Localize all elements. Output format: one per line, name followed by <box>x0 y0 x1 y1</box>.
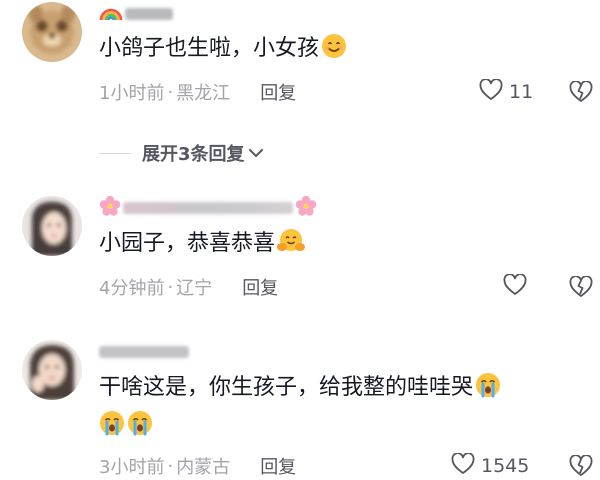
like-count: 1545 <box>481 455 530 477</box>
timestamp: 3小时前 <box>99 457 165 478</box>
like-button[interactable] <box>503 272 533 301</box>
timestamp: 4分钟前 <box>99 278 165 299</box>
blurred-name <box>125 8 173 20</box>
comment-text: 小鸽子也生啦，小女孩 <box>99 33 347 68</box>
avatar[interactable] <box>22 340 82 400</box>
comment-text: 小园子，恭喜恭喜 <box>99 228 306 263</box>
comment-meta: 4分钟前 · 辽宁 回复 <box>99 273 278 301</box>
reply-button[interactable]: 回复 <box>260 79 296 105</box>
reply-button[interactable]: 回复 <box>242 274 278 300</box>
meta-separator: · <box>167 276 174 298</box>
broken-heart-icon <box>569 80 593 107</box>
meta-separator: · <box>167 455 174 477</box>
comment-text-line2 <box>99 410 153 445</box>
divider-line <box>99 152 131 154</box>
username[interactable] <box>99 195 317 221</box>
location: 黑龙江 <box>176 83 231 104</box>
expand-replies-button[interactable]: 展开3条回复 <box>99 140 264 166</box>
comment-item: 小鸽子也生啦，小女孩 1小时前 · 黑龙江 回复 11 <box>0 0 600 130</box>
dislike-button[interactable] <box>569 80 593 107</box>
dislike-button[interactable] <box>569 454 593 480</box>
comment-meta: 1小时前 · 黑龙江 回复 <box>99 78 296 106</box>
heart-icon <box>451 451 475 480</box>
rainbow-icon <box>99 2 123 26</box>
broken-heart-icon <box>569 454 593 480</box>
avatar[interactable] <box>22 2 82 62</box>
blurred-name <box>99 346 189 358</box>
heart-icon <box>503 272 527 301</box>
comment-meta: 3小时前 · 内蒙古 回复 <box>99 452 296 480</box>
reply-button[interactable]: 回复 <box>260 453 296 479</box>
like-button[interactable]: 1545 <box>451 451 530 480</box>
comment-item: 小园子，恭喜恭喜 4分钟前 · 辽宁 回复 <box>0 186 600 316</box>
username[interactable] <box>99 340 189 364</box>
cherry-blossom-icon <box>295 195 317 221</box>
like-button[interactable]: 11 <box>479 77 534 106</box>
location: 辽宁 <box>176 278 213 299</box>
chevron-down-icon <box>245 144 264 163</box>
hugging-face-emoji <box>277 228 306 263</box>
like-count: 11 <box>509 81 534 103</box>
timestamp: 1小时前 <box>99 83 165 104</box>
meta-separator: · <box>167 81 174 103</box>
crying-face-emoji <box>99 410 125 445</box>
broken-heart-icon <box>569 275 593 302</box>
crying-face-emoji <box>127 410 153 445</box>
dislike-button[interactable] <box>569 275 593 302</box>
comment-text: 干啥这是，你生孩子，给我整的哇哇哭 <box>99 372 501 407</box>
comment-item: 干啥这是，你生孩子，给我整的哇哇哭 3小时前 · 内蒙古 回复 1545 <box>0 334 600 480</box>
blurred-name <box>123 202 293 214</box>
cherry-blossom-icon <box>99 195 121 221</box>
username[interactable] <box>99 2 173 26</box>
location: 内蒙古 <box>176 457 231 478</box>
expand-replies-label: 展开3条回复 <box>142 144 245 165</box>
avatar[interactable] <box>22 196 82 256</box>
heart-icon <box>479 77 503 106</box>
crying-face-emoji <box>475 372 501 407</box>
smiling-face-emoji <box>321 33 347 68</box>
